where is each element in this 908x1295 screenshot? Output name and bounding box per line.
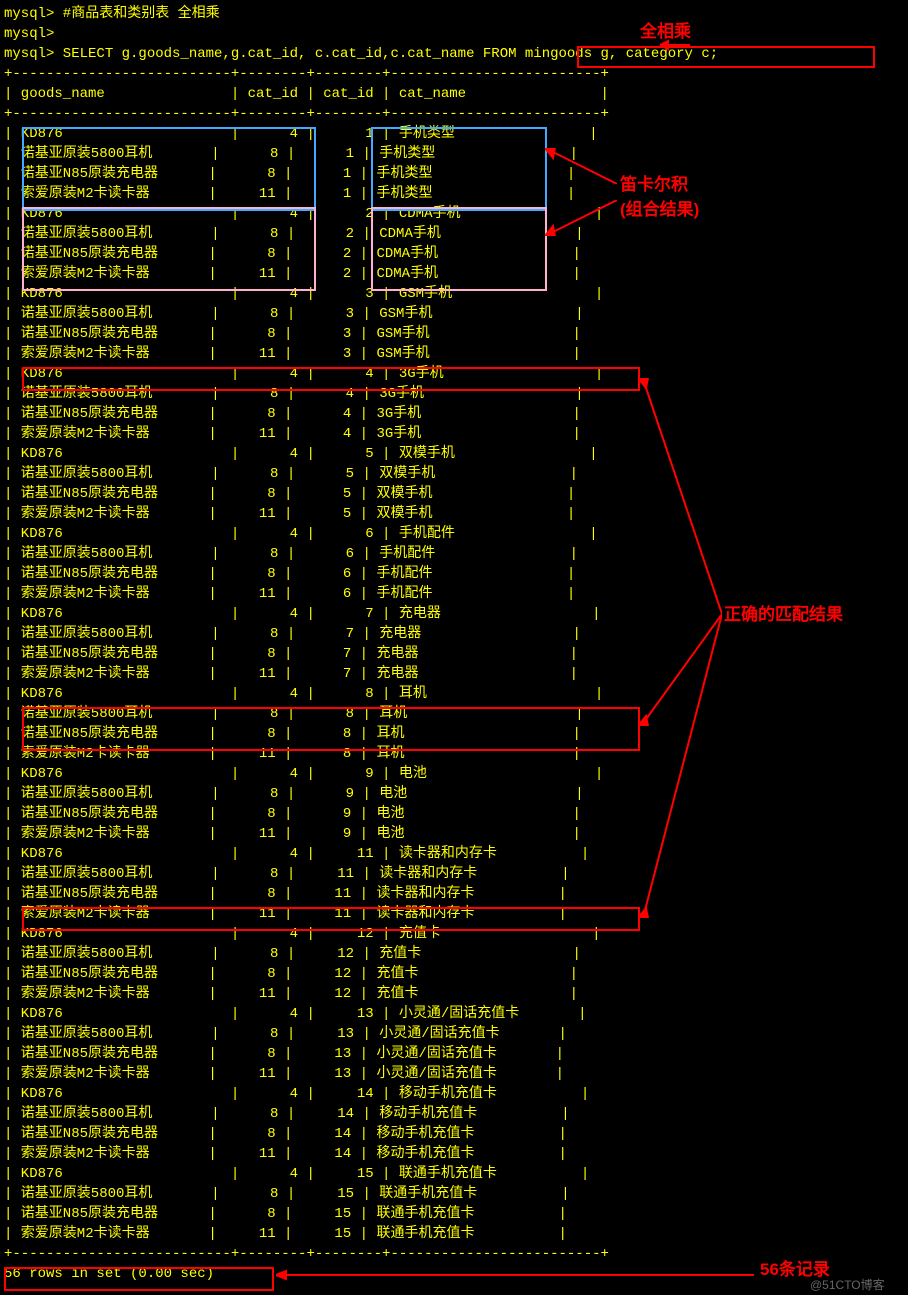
table-row: | 诺基亚N85原装充电器 | 8 | 11 | 读卡器和内存卡 |	[4, 884, 908, 904]
table-row: | 索爱原装M2卡读卡器 | 11 | 14 | 移动手机充值卡 |	[4, 1144, 908, 1164]
box-from-clause	[577, 46, 875, 68]
table-row: | 诺基亚原装5800耳机 | 8 | 15 | 联通手机充值卡 |	[4, 1184, 908, 1204]
arrow-match-1	[638, 378, 722, 614]
table-row: | KD876 | 4 | 14 | 移动手机充值卡 |	[4, 1084, 908, 1104]
table-row: | KD876 | 4 | 11 | 读卡器和内存卡 |	[4, 844, 908, 864]
table-row: | 诺基亚N85原装充电器 | 8 | 3 | GSM手机 |	[4, 324, 908, 344]
table-row: | 诺基亚原装5800耳机 | 8 | 7 | 充电器 |	[4, 624, 908, 644]
table-row: | 索爱原装M2卡读卡器 | 11 | 13 | 小灵通/固话充值卡 |	[4, 1064, 908, 1084]
table-row: | KD876 | 4 | 6 | 手机配件 |	[4, 524, 908, 544]
table-row: | 诺基亚原装5800耳机 | 8 | 13 | 小灵通/固话充值卡 |	[4, 1024, 908, 1044]
table-row: | KD876 | 4 | 13 | 小灵通/固话充值卡 |	[4, 1004, 908, 1024]
table-row: | KD876 | 4 | 15 | 联通手机充值卡 |	[4, 1164, 908, 1184]
table-row: | 诺基亚N85原装充电器 | 8 | 13 | 小灵通/固话充值卡 |	[4, 1044, 908, 1064]
table-row: | 诺基亚原装5800耳机 | 8 | 3 | GSM手机 |	[4, 304, 908, 324]
watermark: @51CTO博客	[810, 1275, 885, 1295]
arrow-group1	[545, 148, 617, 184]
table-row: | 诺基亚原装5800耳机 | 8 | 14 | 移动手机充值卡 |	[4, 1104, 908, 1124]
table-row: | 诺基亚N85原装充电器 | 8 | 5 | 双模手机 |	[4, 484, 908, 504]
table-row: | 索爱原装M2卡读卡器 | 11 | 7 | 充电器 |	[4, 664, 908, 684]
prompt-line-1: mysql> #商品表和类别表 全相乘	[4, 4, 908, 24]
table-row: | KD876 | 4 | 8 | 耳机 |	[4, 684, 908, 704]
table-row: | 诺基亚原装5800耳机 | 8 | 11 | 读卡器和内存卡 |	[4, 864, 908, 884]
box-group1-cat	[371, 127, 547, 211]
table-row: | 诺基亚N85原装充电器 | 8 | 15 | 联通手机充值卡 |	[4, 1204, 908, 1224]
arrow-group2	[545, 200, 617, 236]
anno-cartesian-1: 笛卡尔积	[620, 175, 688, 195]
separator-mid: +--------------------------+--------+---…	[4, 104, 908, 124]
box-footer	[4, 1267, 274, 1291]
box-group2-goods	[22, 207, 316, 291]
prompt-line-2: mysql>	[4, 24, 908, 44]
table-row: | 诺基亚原装5800耳机 | 8 | 5 | 双模手机 |	[4, 464, 908, 484]
box-match-3	[22, 907, 640, 931]
table-row: | 诺基亚N85原装充电器 | 8 | 7 | 充电器 |	[4, 644, 908, 664]
table-row: | 索爱原装M2卡读卡器 | 11 | 12 | 充值卡 |	[4, 984, 908, 1004]
table-row: | 诺基亚N85原装充电器 | 8 | 14 | 移动手机充值卡 |	[4, 1124, 908, 1144]
arrow-match-3	[638, 614, 722, 918]
box-match-2	[22, 707, 640, 751]
table-row: | KD876 | 4 | 5 | 双模手机 |	[4, 444, 908, 464]
table-row: | 诺基亚原装5800耳机 | 8 | 9 | 电池 |	[4, 784, 908, 804]
header-row: | goods_name | cat_id | cat_id | cat_nam…	[4, 84, 908, 104]
box-match-1	[22, 367, 640, 391]
table-body: | KD876 | 4 | 1 | 手机类型 || 诺基亚原装5800耳机 | …	[4, 124, 908, 1244]
table-row: | 诺基亚原装5800耳机 | 8 | 12 | 充值卡 |	[4, 944, 908, 964]
table-row: | 索爱原装M2卡读卡器 | 11 | 3 | GSM手机 |	[4, 344, 908, 364]
table-row: | 索爱原装M2卡读卡器 | 11 | 6 | 手机配件 |	[4, 584, 908, 604]
anno-correct-match: 正确的匹配结果	[724, 605, 843, 625]
table-row: | 索爱原装M2卡读卡器 | 11 | 9 | 电池 |	[4, 824, 908, 844]
table-row: | 索爱原装M2卡读卡器 | 11 | 15 | 联通手机充值卡 |	[4, 1224, 908, 1244]
arrow-footer	[276, 1268, 754, 1282]
table-row: | KD876 | 4 | 9 | 电池 |	[4, 764, 908, 784]
anno-cartesian-2: (组合结果)	[620, 200, 699, 220]
table-row: | 诺基亚N85原装充电器 | 8 | 4 | 3G手机 |	[4, 404, 908, 424]
arrow-from-clause	[660, 38, 690, 52]
table-row: | 索爱原装M2卡读卡器 | 11 | 4 | 3G手机 |	[4, 424, 908, 444]
table-row: | 诺基亚N85原装充电器 | 8 | 12 | 充值卡 |	[4, 964, 908, 984]
box-group1-goods	[22, 127, 316, 211]
table-row: | 诺基亚原装5800耳机 | 8 | 6 | 手机配件 |	[4, 544, 908, 564]
box-group2-cat	[371, 207, 547, 291]
table-row: | 索爱原装M2卡读卡器 | 11 | 5 | 双模手机 |	[4, 504, 908, 524]
table-row: | 诺基亚N85原装充电器 | 8 | 9 | 电池 |	[4, 804, 908, 824]
table-row: | 诺基亚N85原装充电器 | 8 | 6 | 手机配件 |	[4, 564, 908, 584]
